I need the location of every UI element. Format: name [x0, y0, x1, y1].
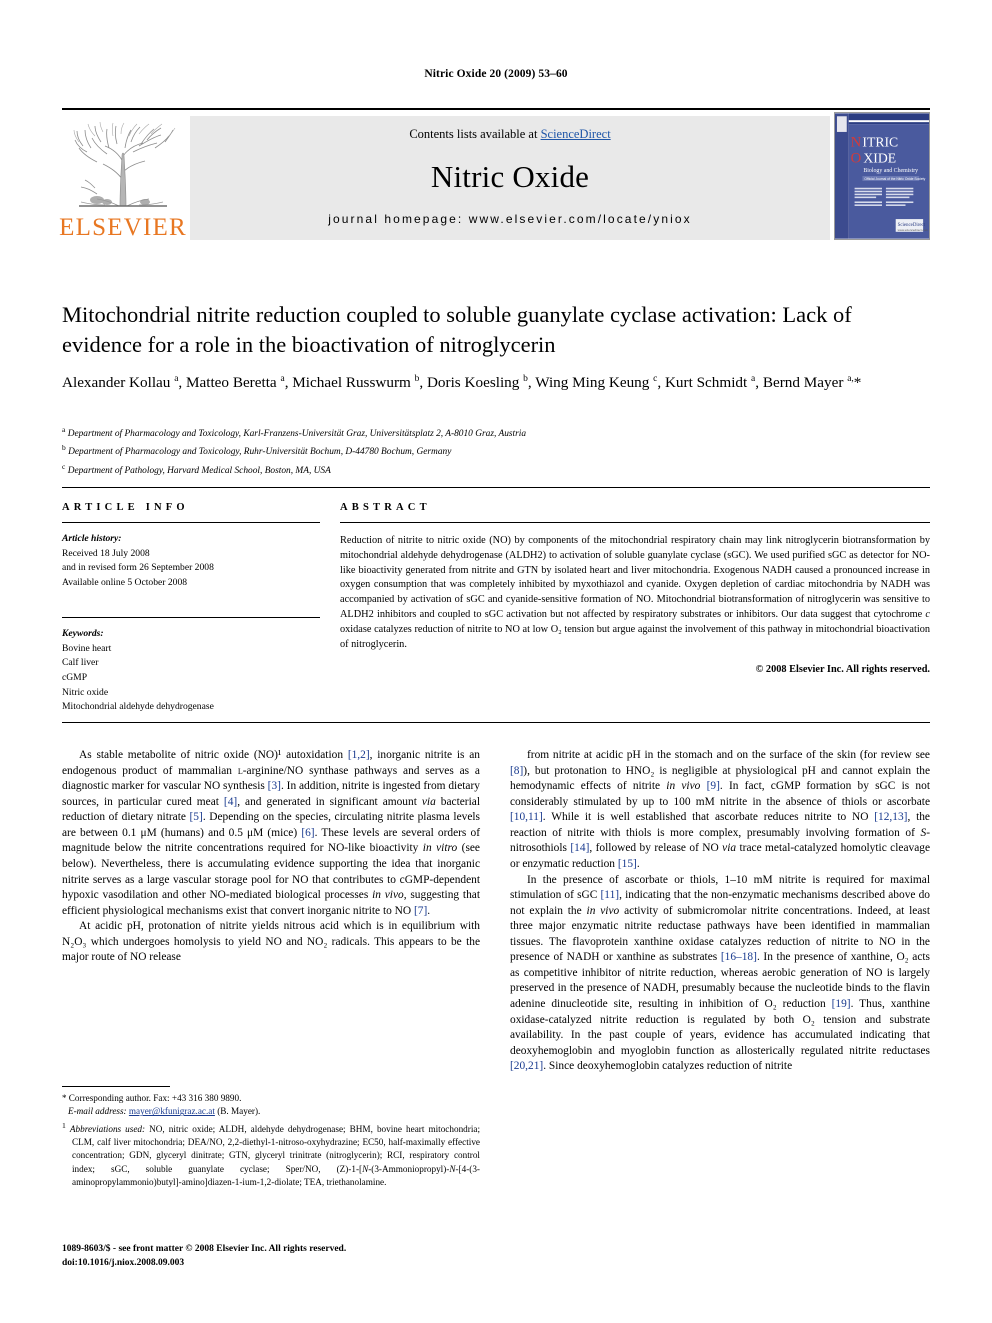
journal-title: Nitric Oxide — [430, 159, 590, 194]
paragraph-right-1: In the presence of ascorbate or thiols, … — [510, 873, 931, 1073]
paragraph-left-1: At acidic pH, protonation of nitrite yie… — [62, 920, 480, 964]
keywords-rule — [62, 617, 320, 619]
running-head: Nitric Oxide 20 (2009) 53–60 — [424, 68, 568, 80]
footnote-email: E-mail address: mayer@kfunigraz.ac.at (B… — [68, 1106, 261, 1117]
journal-masthead: ELSEVIER Contents lists available at Sci… — [59, 108, 930, 241]
contents-prefix: Contents lists available at — [409, 127, 541, 141]
footnote-corresponding: * Corresponding author. Fax: +43 316 380… — [62, 1093, 242, 1103]
article-history-label: Article history: — [62, 533, 122, 544]
asterisk-icon: * — [62, 1093, 67, 1103]
affiliation-c: c Department of Pathology, Harvard Medic… — [62, 461, 331, 477]
affiliation-list: a Department of Pharmacology and Toxicol… — [62, 424, 924, 479]
article-info-heading: ARTICLE INFO — [62, 502, 189, 513]
paragraph-left-0: As stable metabolite of nitric oxide (NO… — [62, 749, 481, 917]
sciencedirect-link[interactable]: ScienceDirect — [541, 127, 611, 141]
imprint-line-2: doi:10.1016/j.niox.2008.09.003 — [62, 1258, 185, 1269]
journal-homepage-line[interactable]: journal homepage: www.elsevier.com/locat… — [328, 212, 692, 226]
body-column-right: from nitrite at acidic pH in the stomach… — [510, 748, 930, 1075]
imprint-block: 1089-8603/$ - see front matter © 2008 El… — [62, 1242, 492, 1271]
footnote-abbreviations: 1 Abbreviations used: NO, nitric oxide; … — [62, 1120, 481, 1188]
info-band-top-rule — [62, 487, 930, 488]
abstract-text: Reduction of nitrite to nitric oxide (NO… — [340, 535, 930, 650]
keyword-item-1: Calf liver — [62, 657, 99, 669]
svg-text:Biology and Chemistry: Biology and Chemistry — [863, 168, 918, 174]
elsevier-logo: ELSEVIER — [59, 116, 187, 241]
svg-text:www.sciencedirect.com: www.sciencedirect.com — [898, 228, 929, 232]
article-info-column: ARTICLE INFO Article history: Received 1… — [62, 502, 320, 715]
svg-text:N: N — [851, 135, 862, 151]
contents-available-line: Contents lists available at ScienceDirec… — [409, 127, 610, 142]
article-info-rule — [62, 522, 320, 523]
keyword-item-4: Mitochondrial aldehyde dehydrogenase — [62, 701, 214, 713]
article-page: Nitric Oxide 20 (2009) 53–60 ELSEVIER Co… — [0, 0, 992, 1323]
imprint-line-1: 1089-8603/$ - see front matter © 2008 El… — [62, 1244, 347, 1254]
journal-band: Contents lists available at ScienceDirec… — [190, 116, 830, 240]
author-list: Alexander Kollau a, Matteo Beretta a, Mi… — [62, 373, 862, 391]
abstract-heading: ABSTRACT — [340, 502, 431, 513]
elsevier-tree-icon — [67, 118, 179, 214]
keywords-label: Keywords: — [62, 628, 104, 640]
keywords-block: Keywords: Bovine heart Calf liver cGMP N… — [62, 627, 320, 714]
abstract-column: ABSTRACT Reduction of nitrite to nitric … — [340, 502, 930, 675]
keyword-item-0: Bovine heart — [62, 642, 112, 654]
paragraph-right-0: from nitrite at acidic pH in the stomach… — [510, 749, 931, 870]
elsevier-wordmark: ELSEVIER — [59, 214, 187, 241]
history-line-0: Received 18 July 2008 — [62, 547, 150, 559]
page-title: Mitochondrial nitrite reduction coupled … — [62, 302, 852, 357]
affiliation-a: a Department of Pharmacology and Toxicol… — [62, 425, 527, 440]
email-link[interactable]: mayer@kfunigraz.ac.at — [129, 1106, 215, 1116]
footnote-block: * Corresponding author. Fax: +43 316 380… — [62, 1092, 480, 1189]
abstract-rule — [340, 522, 930, 523]
svg-text:XIDE: XIDE — [863, 150, 896, 165]
history-line-1: and in revised form 26 September 2008 — [62, 562, 214, 574]
body-column-left: As stable metabolite of nitric oxide (NO… — [62, 748, 480, 966]
copyright-line: © 2008 Elsevier Inc. All rights reserved… — [755, 663, 930, 675]
article-history-block: Article history: Received 18 July 2008 a… — [62, 532, 320, 590]
keyword-item-3: Nitric oxide — [62, 686, 109, 698]
svg-text:O: O — [851, 150, 862, 166]
affiliation-b: b Department of Pharmacology and Toxicol… — [62, 443, 452, 458]
svg-text:ITRIC: ITRIC — [862, 135, 898, 150]
svg-text:Official Journal of the Nitric: Official Journal of the Nitric Oxide Soc… — [864, 177, 925, 181]
history-line-2: Available online 5 October 2008 — [62, 576, 188, 588]
info-band-bottom-rule — [62, 722, 930, 723]
journal-cover-thumbnail: N ITRIC O XIDE Biology and Chemistry Off… — [834, 112, 930, 240]
keyword-item-2: cGMP — [62, 672, 88, 684]
footnote-rule — [62, 1086, 170, 1087]
